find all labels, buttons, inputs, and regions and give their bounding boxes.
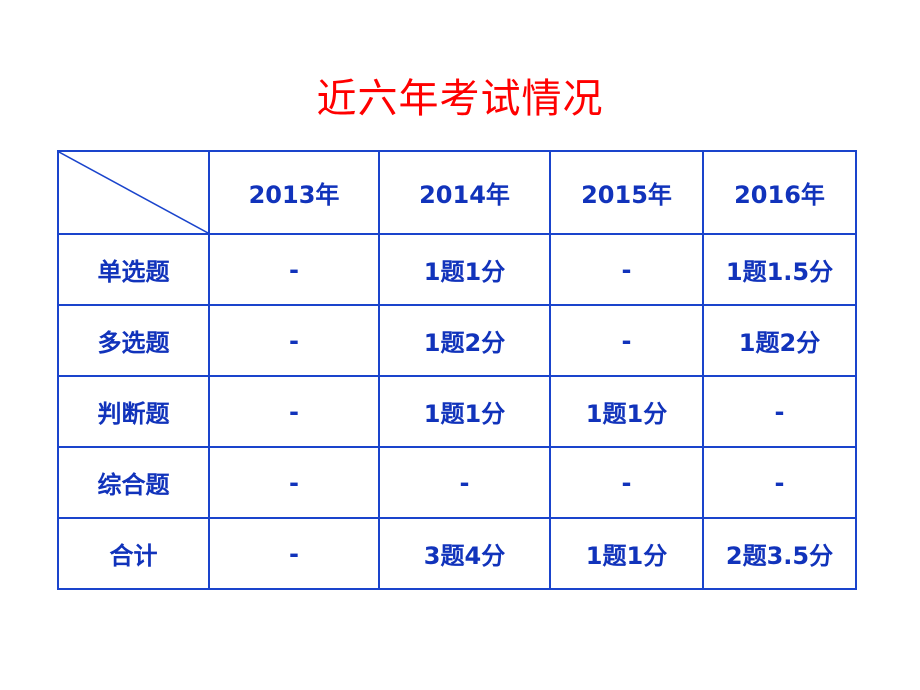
corner-cell — [57, 150, 210, 235]
header-year: 2015年 — [549, 150, 704, 235]
table-cell: 1题2分 — [702, 304, 857, 377]
table-cell: - — [208, 233, 380, 306]
row-label: 综合题 — [57, 446, 210, 519]
row-label: 多选题 — [57, 304, 210, 377]
table-row: 综合题 - - - - — [57, 446, 857, 519]
table-cell: - — [549, 304, 704, 377]
row-label: 单选题 — [57, 233, 210, 306]
header-year: 2014年 — [378, 150, 551, 235]
table-cell: - — [702, 375, 857, 448]
header-year: 2016年 — [702, 150, 857, 235]
table-cell: 1题1分 — [378, 375, 551, 448]
header-year: 2013年 — [208, 150, 380, 235]
header-row: 2013年 2014年 2015年 2016年 — [57, 150, 857, 235]
table-cell: - — [549, 233, 704, 306]
row-label: 合计 — [57, 517, 210, 590]
table-cell: 1题2分 — [378, 304, 551, 377]
table-cell: - — [549, 446, 704, 519]
table-cell: - — [378, 446, 551, 519]
table-cell: 1题1分 — [549, 375, 704, 448]
row-label: 判断题 — [57, 375, 210, 448]
table-cell: - — [208, 446, 380, 519]
table-cell: - — [702, 446, 857, 519]
table-row: 判断题 - 1题1分 1题1分 - — [57, 375, 857, 448]
table-cell: - — [208, 517, 380, 590]
table-cell: 2题3.5分 — [702, 517, 857, 590]
table-row: 合计 - 3题4分 1题1分 2题3.5分 — [57, 517, 857, 590]
table-row: 多选题 - 1题2分 - 1题2分 — [57, 304, 857, 377]
table-cell: 1题1分 — [378, 233, 551, 306]
table-cell: 1题1.5分 — [702, 233, 857, 306]
diagonal-line — [59, 152, 208, 233]
table-cell: - — [208, 304, 380, 377]
table-row: 单选题 - 1题1分 - 1题1.5分 — [57, 233, 857, 306]
table-cell: 1题1分 — [549, 517, 704, 590]
table-cell: 3题4分 — [378, 517, 551, 590]
table-cell: - — [208, 375, 380, 448]
page-title: 近六年考试情况 — [316, 76, 604, 122]
exam-table: 2013年 2014年 2015年 2016年 单选题 - 1题1分 - 1题1… — [57, 150, 857, 590]
